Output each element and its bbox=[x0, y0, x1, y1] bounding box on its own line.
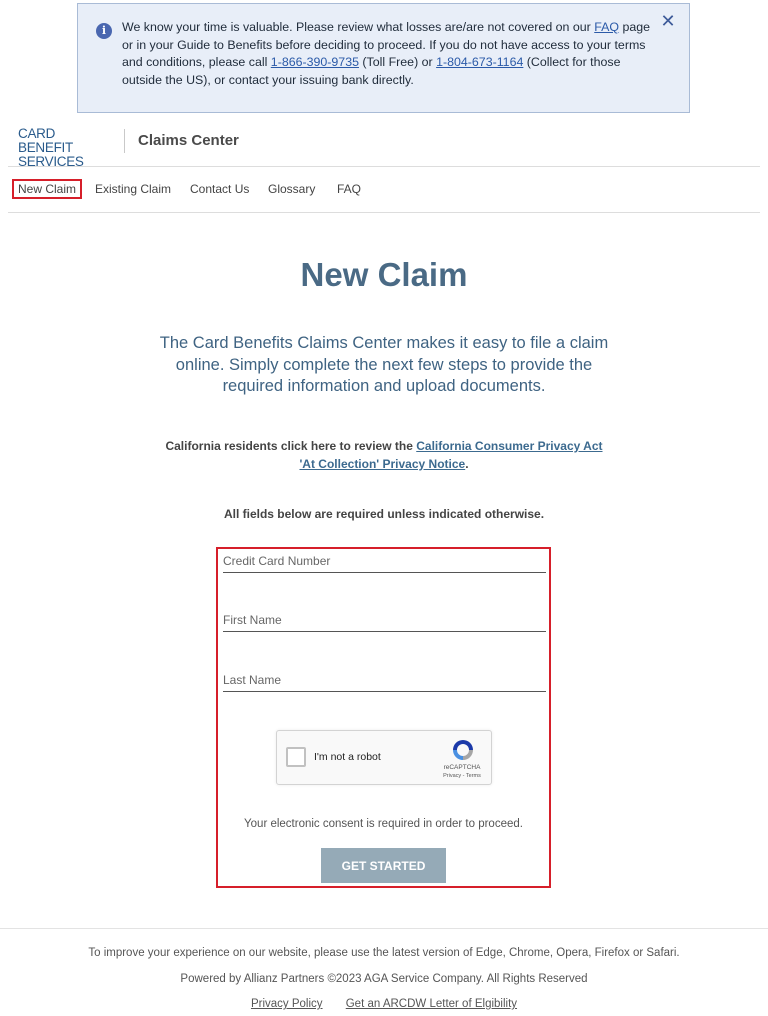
privacy-policy-link[interactable]: Privacy Policy bbox=[251, 998, 323, 1010]
info-icon: i bbox=[96, 23, 112, 39]
nav-item-contact-us[interactable]: Contact Us bbox=[190, 179, 249, 199]
footer-separator bbox=[0, 928, 768, 929]
info-banner-text: We know your time is valuable. Please re… bbox=[122, 20, 651, 87]
get-started-button[interactable]: GET STARTED bbox=[321, 848, 446, 883]
close-icon[interactable]: ✕ bbox=[660, 12, 676, 30]
card-number-input[interactable] bbox=[223, 549, 546, 572]
last-name-field-wrapper bbox=[223, 668, 546, 692]
recaptcha-links[interactable]: Privacy - Terms bbox=[442, 773, 482, 779]
faq-link[interactable]: FAQ bbox=[594, 20, 619, 34]
card-benefit-services-logo[interactable]: CARD BENEFIT SERVICES bbox=[18, 127, 108, 169]
required-fields-note: All fields below are required unless ind… bbox=[223, 507, 545, 521]
consent-text: Your electronic consent is required in o… bbox=[244, 818, 523, 830]
collect-phone-link[interactable]: 1-804-673-1164 bbox=[436, 55, 523, 69]
first-name-field-wrapper bbox=[223, 608, 546, 632]
browser-note: To improve your experience on our websit… bbox=[88, 947, 680, 959]
intro-text: The Card Benefits Claims Center makes it… bbox=[159, 334, 609, 395]
last-name-input[interactable] bbox=[223, 668, 546, 691]
copyright-text: Powered by Allianz Partners ©2023 AGA Se… bbox=[180, 973, 588, 985]
footer-links: Privacy Policy Get an ARCDW Letter of El… bbox=[0, 998, 768, 1010]
recaptcha-widget: I'm not a robot reCAPTCHA Privacy - Term… bbox=[276, 730, 492, 785]
recaptcha-label: I'm not a robot bbox=[314, 751, 381, 763]
toll-free-phone-link[interactable]: 1-866-390-9735 bbox=[271, 55, 359, 69]
recaptcha-logo-icon bbox=[453, 740, 473, 760]
nav-item-new-claim[interactable]: New Claim bbox=[12, 179, 83, 199]
nav-item-existing-claim[interactable]: Existing Claim bbox=[95, 179, 171, 199]
claim-form: I'm not a robot reCAPTCHA Privacy - Term… bbox=[216, 547, 551, 888]
arcdw-letter-link[interactable]: Get an ARCDW Letter of Elgibility bbox=[346, 998, 517, 1010]
first-name-input[interactable] bbox=[223, 608, 546, 631]
header-title: Claims Center bbox=[138, 132, 239, 149]
ccpa-notice: California residents click here to revie… bbox=[165, 439, 603, 471]
nav-separator bbox=[8, 212, 760, 213]
recaptcha-brand: reCAPTCHA bbox=[443, 764, 481, 771]
nav-item-glossary[interactable]: Glossary bbox=[268, 179, 315, 199]
recaptcha-checkbox[interactable] bbox=[286, 747, 306, 767]
info-banner: i We know your time is valuable. Please … bbox=[77, 3, 690, 113]
page-title: New Claim bbox=[300, 256, 468, 293]
header-divider bbox=[124, 129, 125, 153]
header-separator bbox=[8, 166, 760, 167]
card-number-field-wrapper bbox=[223, 549, 546, 573]
nav-item-faq[interactable]: FAQ bbox=[337, 179, 361, 199]
